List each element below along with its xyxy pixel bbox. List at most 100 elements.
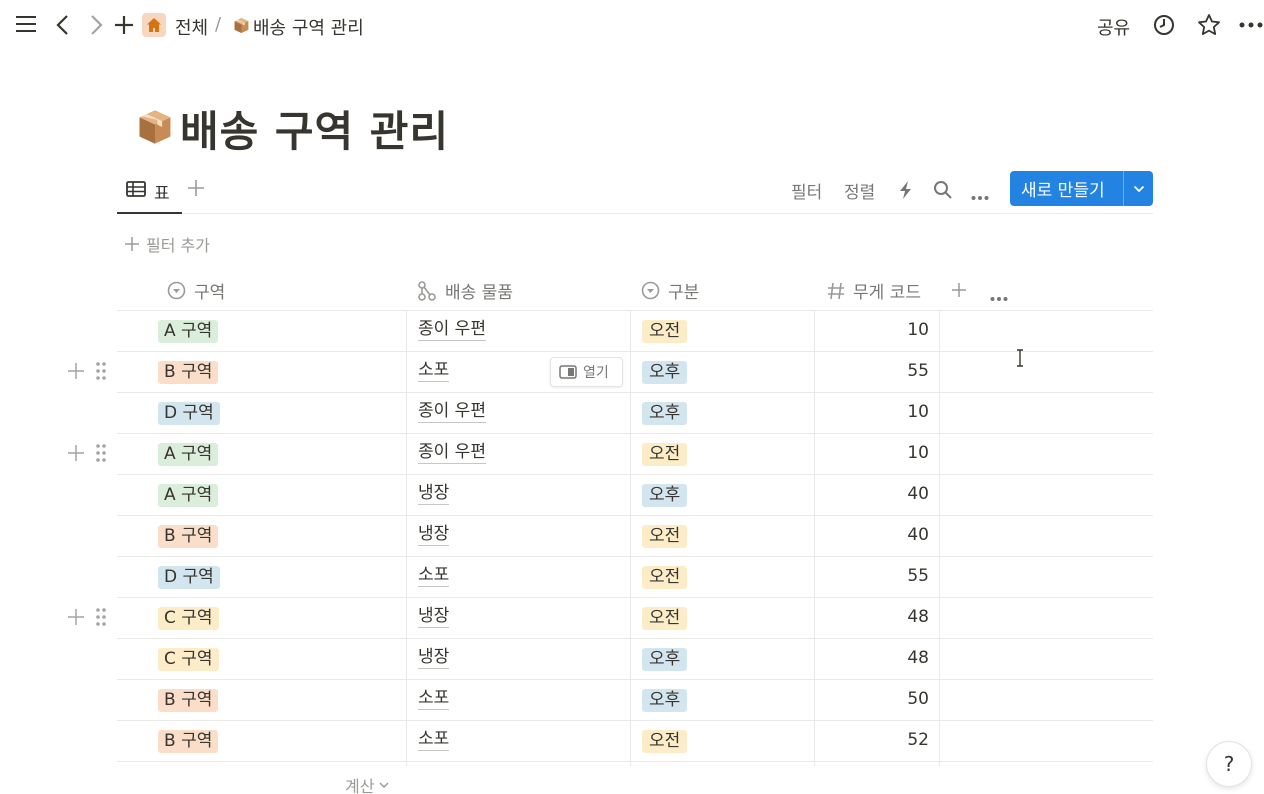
column-label: 배송 물품 <box>445 283 513 303</box>
chevron-down-icon <box>379 782 389 789</box>
weight-value[interactable]: 48 <box>817 607 929 627</box>
sort-button[interactable]: 정렬 <box>844 178 875 203</box>
zone-tag[interactable]: B 구역 <box>158 525 219 548</box>
text-cursor-icon <box>1015 349 1025 371</box>
calculate-button[interactable]: 계산 <box>345 773 390 794</box>
item-link[interactable]: 소포 <box>418 687 450 710</box>
add-view-icon[interactable] <box>187 179 205 201</box>
add-row-icon <box>68 445 84 461</box>
item-link[interactable]: 소포 <box>418 359 450 382</box>
weight-value[interactable]: 55 <box>817 361 929 381</box>
shift-tag[interactable]: 오후 <box>642 689 688 712</box>
item-link[interactable]: 소포 <box>418 564 450 587</box>
shift-tag[interactable]: 오후 <box>642 402 688 425</box>
add-filter-button[interactable]: 필터 추가 <box>124 232 210 256</box>
item-link[interactable]: 냉장 <box>418 646 450 669</box>
item-link[interactable]: 종이 우편 <box>418 400 486 423</box>
shift-tag[interactable]: 오전 <box>642 525 688 548</box>
column-label: 무게 코드 <box>853 283 921 303</box>
tab-table-view[interactable]: 표 <box>117 170 182 214</box>
table-row[interactable]: C 구역 냉장 오전 48 <box>117 598 1153 639</box>
item-link[interactable]: 소포 <box>418 728 450 751</box>
search-icon[interactable] <box>933 180 952 203</box>
shift-tag[interactable]: 오전 <box>642 320 688 343</box>
shift-tag[interactable]: 오전 <box>642 730 688 753</box>
clock-icon[interactable] <box>1153 14 1175 36</box>
package-icon[interactable] <box>136 108 174 150</box>
column-label: 구분 <box>668 283 700 303</box>
zone-tag[interactable]: D 구역 <box>158 402 220 425</box>
column-more-icon[interactable] <box>990 287 1008 306</box>
page-title[interactable]: 배송 구역 관리 <box>180 98 449 159</box>
open-row-label: 열기 <box>583 365 609 381</box>
chevron-down-icon[interactable] <box>1124 185 1153 193</box>
zone-tag[interactable]: D 구역 <box>158 566 220 589</box>
table-row[interactable]: C 구역 냉장 오후 48 <box>117 639 1153 680</box>
weight-value[interactable]: 10 <box>817 402 929 422</box>
item-link[interactable]: 종이 우편 <box>418 441 486 464</box>
breadcrumb-root[interactable]: 전체 <box>175 14 208 40</box>
filter-button[interactable]: 필터 <box>791 178 822 203</box>
more-icon[interactable] <box>1239 21 1263 29</box>
row-handle[interactable] <box>66 361 108 381</box>
view-more-icon[interactable] <box>971 186 989 205</box>
weight-value[interactable]: 50 <box>817 689 929 709</box>
help-button[interactable]: ? <box>1206 741 1252 787</box>
table-row[interactable]: A 구역 냉장 오후 40 <box>117 475 1153 516</box>
table-row[interactable]: B 구역 소포 오후 50 <box>117 680 1153 721</box>
forward-icon[interactable] <box>88 14 104 36</box>
top-bar: 전체 / 배송 구역 관리 공유 <box>0 0 1264 50</box>
shift-tag[interactable]: 오전 <box>642 566 688 589</box>
column-header-weight[interactable]: 무게 코드 <box>827 270 921 311</box>
star-icon[interactable] <box>1197 13 1221 37</box>
item-link[interactable]: 냉장 <box>418 482 450 505</box>
table-row[interactable]: A 구역 종이 우편 오전 10 <box>117 311 1153 352</box>
breadcrumb-page[interactable]: 배송 구역 관리 <box>253 14 364 40</box>
shift-tag[interactable]: 오후 <box>642 484 688 507</box>
column-header-item[interactable]: 배송 물품 <box>417 270 513 311</box>
add-column-icon[interactable] <box>951 282 967 302</box>
shift-tag[interactable]: 오전 <box>642 607 688 630</box>
zone-tag[interactable]: A 구역 <box>158 320 219 343</box>
plus-icon <box>125 237 139 251</box>
weight-value[interactable]: 40 <box>817 525 929 545</box>
share-button[interactable]: 공유 <box>1097 14 1130 40</box>
item-link[interactable]: 종이 우편 <box>418 318 486 341</box>
automation-icon[interactable] <box>899 180 913 204</box>
item-link[interactable]: 냉장 <box>418 523 450 546</box>
shift-tag[interactable]: 오전 <box>642 443 688 466</box>
zone-tag[interactable]: C 구역 <box>158 648 219 671</box>
row-handle[interactable] <box>66 443 108 463</box>
new-button[interactable]: 새로 만들기 <box>1010 171 1153 206</box>
home-icon[interactable] <box>142 13 166 37</box>
weight-value[interactable]: 52 <box>817 730 929 750</box>
table-row[interactable]: D 구역 종이 우편 오후 10 <box>117 393 1153 434</box>
table-row[interactable]: B 구역 냉장 오전 40 <box>117 516 1153 557</box>
back-icon[interactable] <box>55 14 71 36</box>
row-handle[interactable] <box>66 607 108 627</box>
zone-tag[interactable]: C 구역 <box>158 607 219 630</box>
column-header-zone[interactable]: 구역 <box>167 270 225 311</box>
shift-tag[interactable]: 오후 <box>642 361 688 384</box>
column-header-shift[interactable]: 구분 <box>641 270 699 311</box>
shift-tag[interactable]: 오후 <box>642 648 688 671</box>
menu-icon[interactable] <box>15 14 37 34</box>
weight-value[interactable]: 48 <box>817 648 929 668</box>
zone-tag[interactable]: A 구역 <box>158 484 219 507</box>
item-link[interactable]: 냉장 <box>418 605 450 628</box>
drag-handle-icon <box>96 362 106 380</box>
zone-tag[interactable]: A 구역 <box>158 443 219 466</box>
zone-tag[interactable]: B 구역 <box>158 361 219 384</box>
table-row[interactable]: B 구역 소포 열기 오후 55 <box>117 352 1153 393</box>
weight-value[interactable]: 10 <box>817 443 929 463</box>
zone-tag[interactable]: B 구역 <box>158 689 219 712</box>
weight-value[interactable]: 40 <box>817 484 929 504</box>
weight-value[interactable]: 10 <box>817 320 929 340</box>
plus-icon[interactable] <box>114 15 134 35</box>
table-row[interactable]: A 구역 종이 우편 오전 10 <box>117 434 1153 475</box>
table-row[interactable]: D 구역 소포 오전 55 <box>117 557 1153 598</box>
zone-tag[interactable]: B 구역 <box>158 730 219 753</box>
weight-value[interactable]: 55 <box>817 566 929 586</box>
table-row[interactable]: B 구역 소포 오전 52 <box>117 721 1153 762</box>
open-row-button[interactable]: 열기 <box>550 357 623 387</box>
